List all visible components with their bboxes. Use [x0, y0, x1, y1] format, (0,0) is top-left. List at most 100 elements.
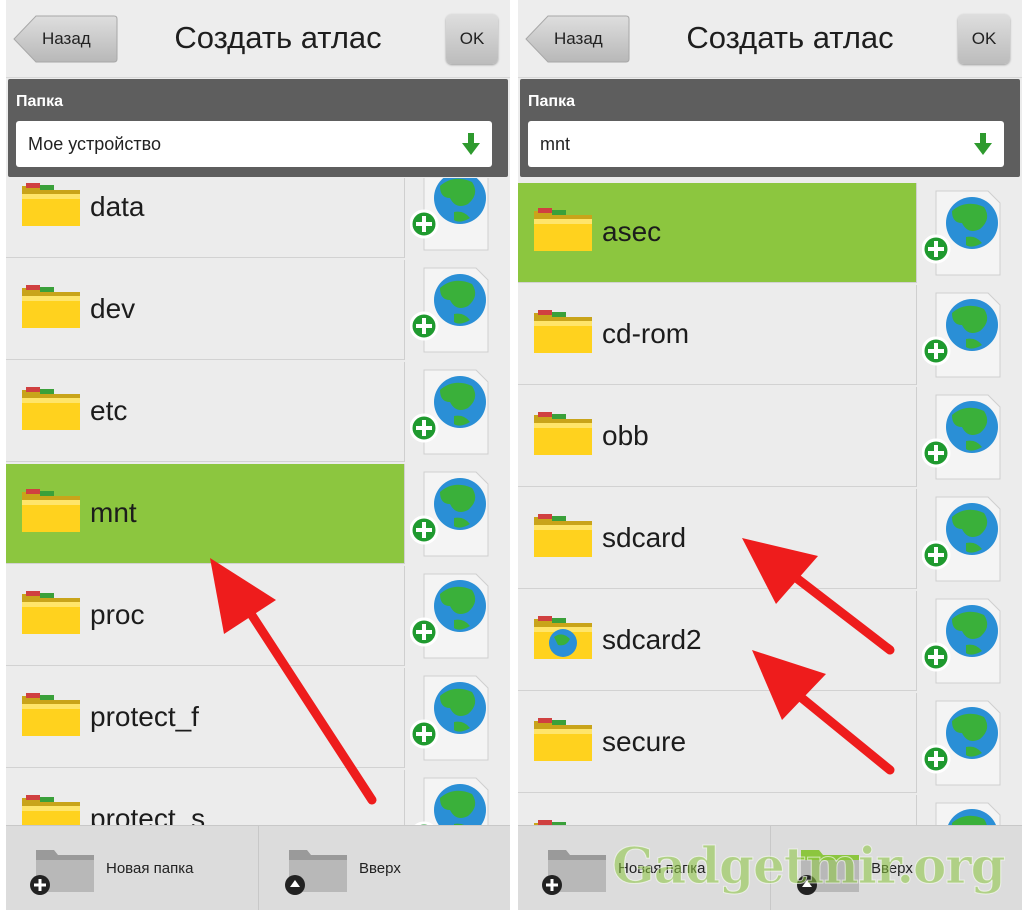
row-divider	[916, 795, 917, 825]
up-label: Вверх	[359, 860, 401, 877]
folder-name: secure	[602, 726, 687, 757]
folder-dropdown-value: Мое устройство	[28, 134, 161, 154]
back-button[interactable]: Назад	[12, 14, 118, 64]
add-map-globe-icon[interactable]	[409, 470, 490, 558]
folder-name: proc	[90, 599, 145, 630]
folder-row-main[interactable]: mnt	[6, 464, 404, 564]
folder-name: sdcard	[602, 522, 687, 553]
folder-label: Папка	[16, 93, 63, 110]
folder-label: Папка	[528, 93, 575, 110]
row-divider	[404, 464, 405, 564]
add-map-globe-icon[interactable]	[921, 495, 1002, 583]
folder-row[interactable]: secure	[518, 693, 1022, 795]
folder-row-main[interactable]: protect_s	[6, 770, 404, 825]
folder-picker: Папка mnt	[520, 79, 1020, 177]
folder-row-main[interactable]: obb	[518, 387, 916, 487]
add-map-globe-icon[interactable]	[409, 674, 490, 762]
folder-icon	[532, 715, 594, 765]
folder-name: obb	[602, 420, 649, 451]
back-button[interactable]: Назад	[524, 14, 630, 64]
left-panel: Назад Создать атлас OK Папка Мое устройс…	[6, 0, 510, 910]
add-map-globe-icon[interactable]	[409, 178, 490, 252]
folder-row-main[interactable]	[518, 795, 916, 825]
folder-icon	[532, 817, 594, 825]
folder-row[interactable]: protect_f	[6, 668, 510, 770]
folder-picker: Папка Мое устройство	[8, 79, 508, 177]
add-map-globe-icon[interactable]	[921, 699, 1002, 787]
folder-row[interactable]: sdcard2	[518, 591, 1022, 693]
row-divider	[404, 668, 405, 768]
row-divider	[404, 362, 405, 462]
row-divider	[916, 489, 917, 589]
header: Назад Создать атлас OK	[6, 0, 510, 78]
folder-row-main[interactable]: asec	[518, 183, 916, 283]
dropdown-arrow-icon	[974, 133, 992, 155]
folder-list: asec cd-rom obb sdcard sdcard2 secure	[518, 178, 1022, 825]
add-map-globe-icon[interactable]	[921, 291, 1002, 379]
folder-row-main[interactable]: dev	[6, 260, 404, 360]
folder-name: dev	[90, 293, 136, 324]
folder-dropdown[interactable]: mnt	[528, 121, 1004, 167]
add-map-globe-icon[interactable]	[921, 189, 1002, 277]
new-folder-icon	[30, 850, 94, 895]
folder-row-main[interactable]: data	[6, 178, 404, 258]
back-button-label: Назад	[554, 29, 603, 48]
folder-list: data dev etc mnt proc protect_f protect_s	[6, 178, 510, 825]
folder-row-main[interactable]: sdcard2	[518, 591, 916, 691]
row-divider	[916, 693, 917, 793]
folder-icon	[532, 511, 594, 561]
folder-name: mnt	[90, 497, 137, 528]
folder-name: protect_s	[90, 803, 206, 825]
folder-row-main[interactable]: cd-rom	[518, 285, 916, 385]
folder-row-main[interactable]: etc	[6, 362, 404, 462]
folder-name: etc	[90, 395, 128, 426]
row-divider	[404, 770, 405, 825]
add-map-globe-icon[interactable]	[409, 572, 490, 660]
folder-icon	[532, 307, 594, 357]
row-divider	[404, 566, 405, 666]
folder-row-main[interactable]: secure	[518, 693, 916, 793]
folder-dropdown[interactable]: Мое устройство	[16, 121, 492, 167]
folder-row[interactable]: protect_s	[6, 770, 510, 825]
folder-row[interactable]: asec	[518, 183, 1022, 285]
add-map-globe-icon[interactable]	[410, 776, 490, 825]
add-map-globe-icon[interactable]	[922, 801, 1002, 825]
add-map-globe-icon[interactable]	[921, 597, 1002, 685]
up-button[interactable]: Вверх	[258, 826, 508, 910]
ok-button[interactable]: OK	[446, 14, 498, 64]
folder-row-main[interactable]: proc	[6, 566, 404, 666]
header: Назад Создать атлас OK	[518, 0, 1022, 78]
folder-icon	[20, 282, 82, 332]
folder-row[interactable]: sdcard	[518, 489, 1022, 591]
folder-row[interactable]: dev	[6, 260, 510, 362]
folder-name: sdcard2	[602, 624, 702, 655]
row-divider	[404, 178, 405, 258]
folder-row[interactable]: cd-rom	[518, 285, 1022, 387]
folder-name: data	[90, 191, 145, 222]
folder-row[interactable]: data	[6, 178, 510, 260]
add-map-globe-icon[interactable]	[409, 266, 490, 354]
add-map-globe-icon[interactable]	[409, 368, 490, 456]
row-divider	[916, 183, 917, 283]
new-folder-icon	[542, 850, 606, 895]
screen-title: Создать атлас	[686, 20, 894, 55]
new-folder-button[interactable]: Новая папка	[6, 826, 256, 910]
folder-name: protect_f	[90, 701, 199, 732]
folder-name: cd-rom	[602, 318, 690, 349]
folder-icon	[20, 180, 82, 230]
watermark: Gadgetmir.org	[612, 836, 1007, 896]
back-button-label: Назад	[42, 29, 91, 48]
add-map-globe-icon[interactable]	[921, 393, 1002, 481]
folder-row[interactable]: proc	[6, 566, 510, 668]
folder-icon	[532, 205, 594, 255]
folder-icon	[20, 690, 82, 740]
folder-row-main[interactable]: sdcard	[518, 489, 916, 589]
folder-row-main[interactable]: protect_f	[6, 668, 404, 768]
folder-row[interactable]: obb	[518, 387, 1022, 489]
folder-row[interactable]: etc	[6, 362, 510, 464]
right-panel: Назад Создать атлас OK Папка mnt asec cd-…	[518, 0, 1022, 910]
folder-row[interactable]	[518, 795, 1022, 825]
folder-row[interactable]: mnt	[6, 464, 510, 566]
ok-button[interactable]: OK	[958, 14, 1010, 64]
folder-icon	[532, 409, 594, 459]
